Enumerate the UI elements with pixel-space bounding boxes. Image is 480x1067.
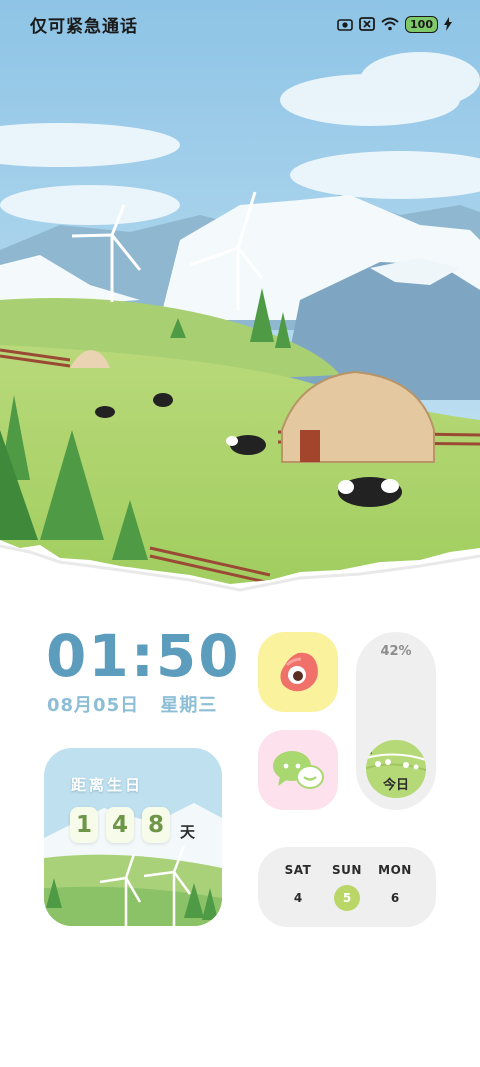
countdown-title: 距离生日 xyxy=(71,776,144,794)
clock-date: 08月05日 星期三 xyxy=(47,691,231,717)
calendar-day-sun: SUN 5 xyxy=(322,863,372,911)
day-date: 6 xyxy=(390,891,400,905)
wallpaper-grassland xyxy=(0,0,480,600)
sim-icon xyxy=(359,17,375,31)
battery-percent: 42% xyxy=(380,644,412,659)
day-label: SUN xyxy=(332,863,362,877)
day-date-today: 5 xyxy=(334,885,360,911)
weibo-icon xyxy=(280,652,318,692)
charging-icon xyxy=(444,17,452,31)
countdown-digit: 8 xyxy=(142,807,170,843)
lock-screen: 仅可紧急通话 100 01:50 08月05日 星期三 距离生日 1 4 8 天… xyxy=(0,0,480,1067)
weekday-text: 星期三 xyxy=(160,695,218,716)
calendar-day-mon: MON 6 xyxy=(370,863,420,911)
clock-time: 01:50 xyxy=(46,622,241,690)
camera-icon xyxy=(337,19,353,31)
day-label: MON xyxy=(378,863,412,877)
calendar-day-sat: SAT 4 xyxy=(273,863,323,911)
calendar-widget[interactable]: SAT 4 SUN 5 MON 6 xyxy=(258,847,436,927)
day-date: 4 xyxy=(293,891,303,905)
wechat-app-shortcut[interactable] xyxy=(258,730,338,810)
today-badge[interactable]: 今日 xyxy=(366,740,426,798)
countdown-digit: 4 xyxy=(106,807,134,843)
battery-icon: 100 xyxy=(405,15,438,33)
status-bar: 仅可紧急通话 100 xyxy=(0,0,480,48)
countdown-unit: 天 xyxy=(180,823,196,841)
wifi-icon xyxy=(381,17,399,31)
today-label: 今日 xyxy=(382,778,409,793)
carrier-text: 仅可紧急通话 xyxy=(30,16,138,37)
day-label: SAT xyxy=(284,863,312,877)
date-text: 08月05日 xyxy=(47,695,140,716)
battery-widget[interactable]: 42% 今日 xyxy=(356,632,436,810)
birthday-countdown-widget[interactable]: 距离生日 1 4 8 天 xyxy=(44,748,222,926)
status-icons: 100 xyxy=(337,15,452,33)
wechat-icon xyxy=(273,751,324,789)
countdown-digit: 1 xyxy=(70,807,98,843)
weibo-app-shortcut[interactable] xyxy=(258,632,338,712)
